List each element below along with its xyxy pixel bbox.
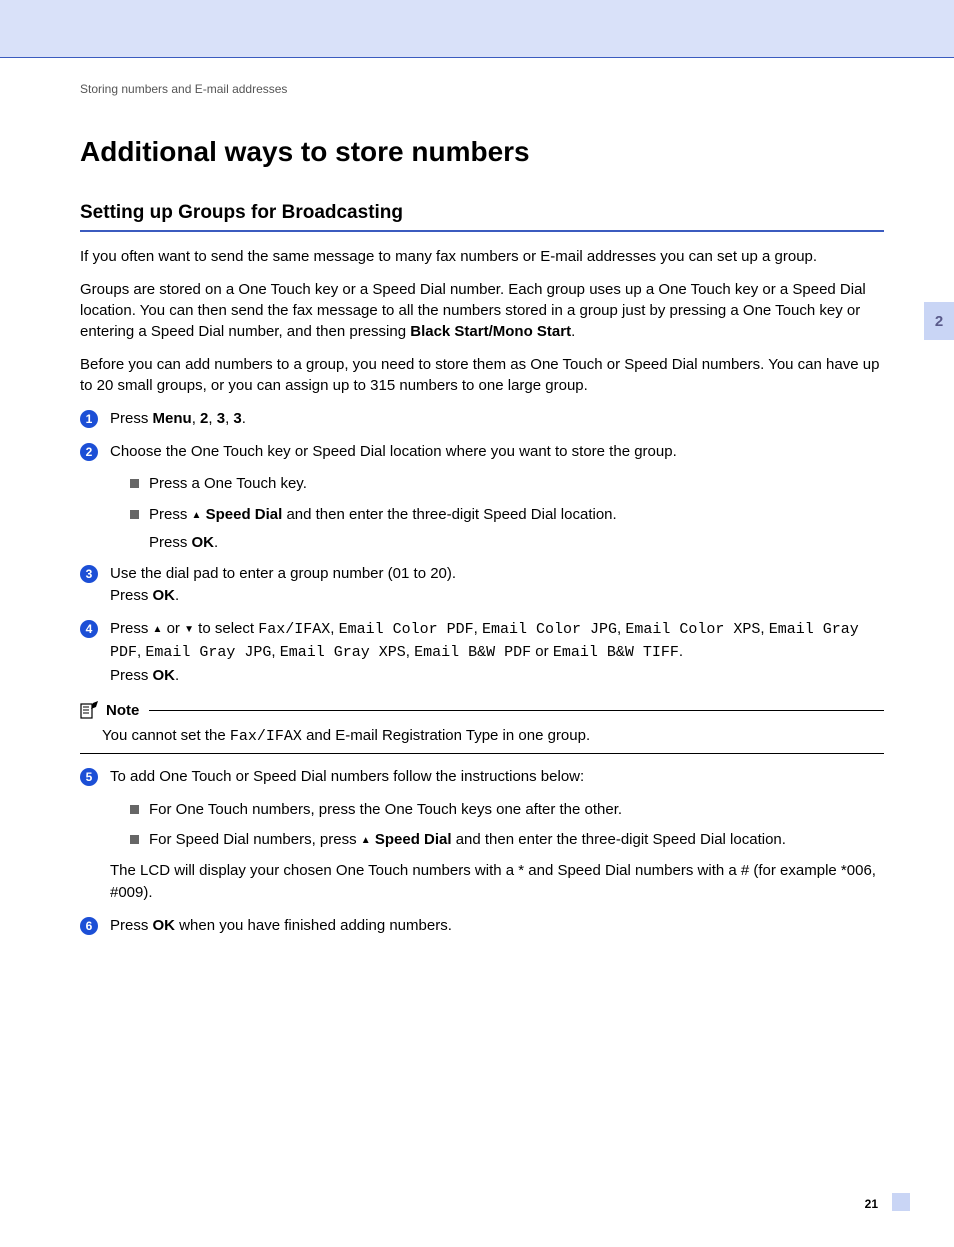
step-4: 4 Press ▲ or ▼ to select Fax/IFAX, Email… xyxy=(80,618,884,688)
step-badge: 6 xyxy=(80,917,98,935)
footer-tab xyxy=(892,1193,910,1211)
down-triangle-icon: ▼ xyxy=(184,624,194,635)
sub-bullet-item: Press ▲ Speed Dial and then enter the th… xyxy=(130,504,884,555)
chapter-tab: 2 xyxy=(924,302,954,340)
sub-bullet-item: For One Touch numbers, press the One Tou… xyxy=(130,799,884,822)
step-badge: 5 xyxy=(80,768,98,786)
note-bottom-rule xyxy=(80,753,884,754)
heading-2: Setting up Groups for Broadcasting xyxy=(80,202,884,224)
page-content: 2 Storing numbers and E-mail addresses A… xyxy=(0,58,954,987)
running-header: Storing numbers and E-mail addresses xyxy=(80,82,884,96)
step-2: 2 Choose the One Touch key or Speed Dial… xyxy=(80,441,884,464)
sub-bullet-item: Press a One Touch key. xyxy=(130,473,884,496)
heading-rule xyxy=(80,230,884,232)
paragraph: Before you can add numbers to a group, y… xyxy=(80,354,884,396)
step-badge: 3 xyxy=(80,565,98,583)
step-6: 6 Press OK when you have finished adding… xyxy=(80,915,884,938)
heading-1: Additional ways to store numbers xyxy=(80,136,884,168)
page-footer: 21 xyxy=(0,1187,954,1247)
up-triangle-icon: ▲ xyxy=(192,510,202,521)
square-bullet-icon xyxy=(130,805,139,814)
step-badge: 4 xyxy=(80,620,98,638)
top-bar xyxy=(0,0,954,58)
note-block: Note You cannot set the Fax/IFAX and E-m… xyxy=(80,701,884,754)
square-bullet-icon xyxy=(130,479,139,488)
up-triangle-icon: ▲ xyxy=(153,624,163,635)
step-1: 1 Press Menu, 2, 3, 3. xyxy=(80,408,884,431)
note-top-rule xyxy=(149,710,884,711)
note-title: Note xyxy=(106,702,139,719)
paragraph: If you often want to send the same messa… xyxy=(80,246,884,267)
up-triangle-icon: ▲ xyxy=(361,835,371,846)
step-continuation: The LCD will display your chosen One Tou… xyxy=(110,860,884,905)
step-badge: 1 xyxy=(80,410,98,428)
note-body: You cannot set the Fax/IFAX and E-mail R… xyxy=(102,725,884,747)
paragraph: Groups are stored on a One Touch key or … xyxy=(80,279,884,342)
sub-bullet-item: For Speed Dial numbers, press ▲ Speed Di… xyxy=(130,829,884,852)
square-bullet-icon xyxy=(130,510,139,519)
square-bullet-icon xyxy=(130,835,139,844)
page-number: 21 xyxy=(865,1197,878,1211)
step-5: 5 To add One Touch or Speed Dial numbers… xyxy=(80,766,884,789)
note-icon xyxy=(80,701,100,719)
step-badge: 2 xyxy=(80,443,98,461)
step-3: 3 Use the dial pad to enter a group numb… xyxy=(80,563,884,608)
